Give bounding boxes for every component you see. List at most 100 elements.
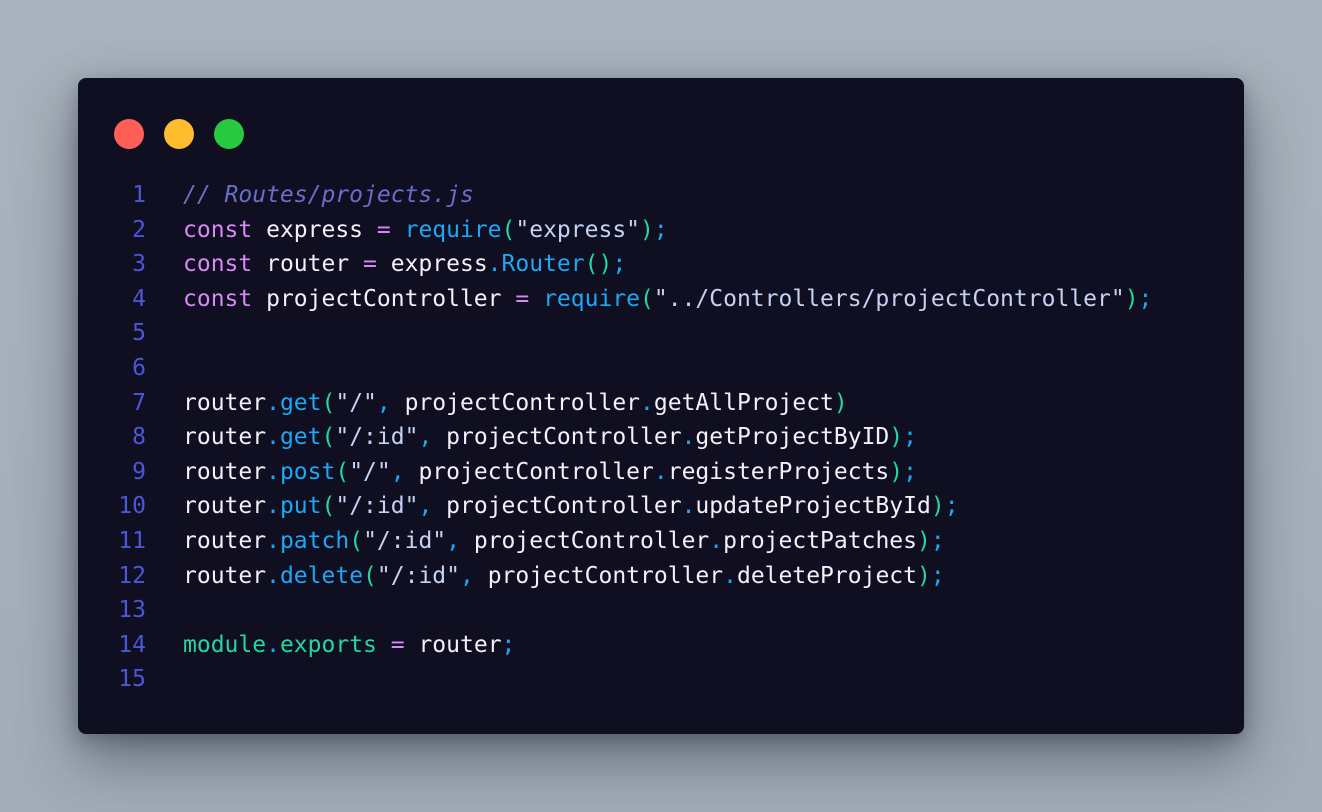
line-number: 3 [132, 251, 146, 278]
code-token-paren: ) [917, 528, 931, 554]
code-token-paren: ) [889, 458, 904, 485]
code-token-function: delete [279, 562, 364, 589]
code-line: 10 router.put("/:id", projectController.u… [78, 489, 1244, 523]
code-token-punct: . [681, 493, 696, 520]
code-token-plain: projectPatches [723, 528, 917, 554]
line-number: 13 [118, 597, 146, 624]
code-window: 1 // Routes/projects.js 2 const express = r… [78, 78, 1244, 734]
line-number: 9 [132, 458, 146, 485]
code-token-paren: ) [916, 562, 931, 589]
code-token-punct: . [266, 389, 280, 416]
code-token-plain: express [252, 216, 377, 243]
code-token-function: require [404, 216, 502, 243]
code-token-plain: router [183, 458, 267, 485]
code-line: 9 router.post("/", projectController.regi… [78, 455, 1244, 489]
code-token-punct: . [640, 389, 654, 416]
code-token-paren: ) [930, 493, 945, 520]
code-token-function: get [279, 424, 322, 451]
code-token-plain: registerProjects [667, 458, 890, 485]
code-token-paren: ) [640, 216, 654, 243]
code-token-punct: ; [930, 528, 945, 554]
code-token-plain: getProjectByID [695, 424, 890, 451]
code-token-operator: = [376, 216, 391, 243]
code-token-string: "/:id" [376, 562, 460, 589]
code-token-string: "../Controllers/projectController" [653, 285, 1125, 312]
line-number: 15 [118, 666, 146, 693]
code-text: const router = express.Router(); [183, 247, 626, 281]
code-token-string: "express" [515, 216, 641, 243]
code-text: // Routes/projects.js [183, 178, 474, 212]
code-token-plain: router [183, 389, 267, 416]
code-token-builtin: module [183, 631, 267, 658]
code-token-paren: ( [321, 389, 336, 416]
code-line: 13 [78, 593, 1244, 627]
line-number: 12 [118, 562, 146, 589]
line-number: 10 [118, 493, 146, 520]
code-token-paren: ) [889, 424, 904, 451]
code-line: 4 const projectController = require("../C… [78, 282, 1244, 316]
code-token-string: "/:id" [335, 424, 419, 451]
code-token-punct: ; [903, 458, 917, 485]
minimize-dot[interactable] [164, 119, 194, 149]
code-token-paren: () [584, 251, 613, 278]
code-token-paren: ( [349, 528, 364, 554]
code-token-operator: = [390, 631, 405, 658]
code-token-paren: ( [363, 562, 377, 589]
code-token-punct: . [266, 528, 280, 554]
code-token-paren: ( [321, 493, 336, 520]
code-token-plain: express [376, 251, 488, 278]
code-token-function: patch [279, 528, 350, 554]
line-number: 8 [132, 424, 146, 451]
code-line: 15 [78, 662, 1244, 696]
code-token-punct: ; [653, 216, 668, 243]
line-number: 6 [132, 355, 146, 381]
code-text: router.post("/", projectController.regis… [183, 455, 917, 489]
code-token-paren: ( [335, 458, 350, 485]
line-number: 2 [132, 216, 146, 243]
line-number: 5 [132, 320, 146, 347]
code-text: router.get("/:id", projectController.get… [183, 420, 917, 454]
line-number: 11 [118, 528, 146, 554]
code-line: 1 // Routes/projects.js [78, 178, 1244, 212]
code-token-keyword: const [183, 285, 253, 312]
code-token-punct: , [460, 562, 474, 589]
code-text: const express = require("express"); [183, 213, 668, 247]
code-token-punct: , [390, 458, 405, 485]
code-token-paren: ( [640, 285, 654, 312]
code-token-punct: , [418, 493, 433, 520]
code-token-plain: deleteProject [736, 562, 917, 589]
code-token-string: "/:id" [363, 528, 447, 554]
code-text: router.put("/:id", projectController.upd… [183, 489, 959, 523]
code-token-string: "/" [349, 458, 391, 485]
code-text: router.get("/", projectController.getAll… [183, 386, 848, 420]
code-token-punct: ; [944, 493, 959, 520]
code-text: router.delete("/:id", projectController.… [183, 559, 945, 593]
code-line: 2 const express = require("express"); [78, 213, 1244, 247]
code-token-plain: projectController [473, 562, 724, 589]
code-token-plain: getAllProject [653, 389, 834, 416]
code-token-function: Router [501, 251, 585, 278]
code-token-plain: projectController [432, 424, 682, 451]
code-token-string: "/:id" [335, 493, 419, 520]
code-token-plain: projectController [432, 493, 682, 520]
code-token-punct: . [681, 424, 696, 451]
line-number: 4 [132, 285, 146, 312]
code-token-function: get [279, 389, 322, 416]
code-token-paren: ( [321, 424, 336, 451]
code-line: 6 [78, 351, 1244, 385]
code-token-punct: . [723, 562, 737, 589]
maximize-dot[interactable] [214, 119, 244, 149]
code-token-punct: . [266, 458, 280, 485]
code-text: router.patch("/:id", projectController.p… [183, 524, 945, 558]
code-token-punct: . [653, 458, 668, 485]
code-line: 3 const router = express.Router(); [78, 247, 1244, 281]
code-token-keyword: const [183, 251, 253, 278]
code-token-plain: router [183, 528, 267, 554]
code-token-string: "/" [335, 389, 377, 416]
code-token-plain: router [183, 562, 267, 589]
close-dot[interactable] [114, 119, 144, 149]
code-token-punct: ; [903, 424, 918, 451]
code-line: 11 router.patch("/:id", projectController… [78, 524, 1244, 558]
